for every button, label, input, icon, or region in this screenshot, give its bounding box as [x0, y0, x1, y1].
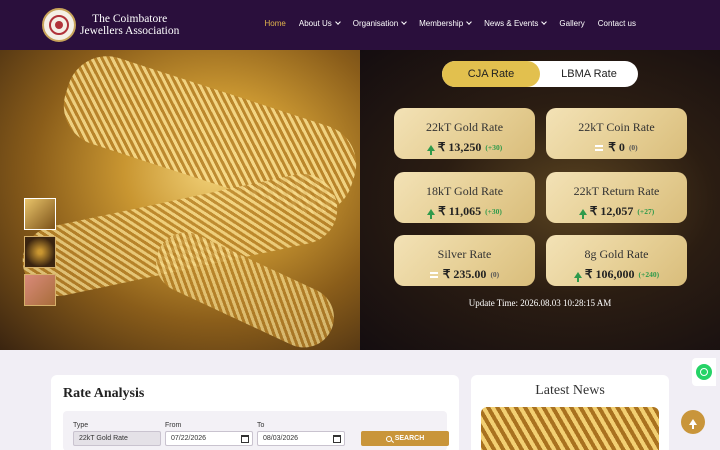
type-select-value: 22kT Gold Rate [79, 435, 128, 442]
rate-card-label: 22kT Coin Rate [578, 120, 655, 134]
brand-logo-link[interactable]: The Coimbatore Jewellers Association [42, 8, 179, 42]
rate-card-change: (+30) [485, 207, 502, 216]
site-header: The Coimbatore Jewellers Association Hom… [0, 0, 720, 50]
main-nav: Home About Us Organisation Membership Ne… [252, 19, 636, 28]
from-date-input[interactable]: 07/22/2026 [165, 431, 253, 446]
rate-card-value: ₹ 11,065 [438, 204, 482, 218]
rate-card-change: (+30) [485, 143, 503, 152]
rate-analysis-title: Rate Analysis [63, 386, 145, 401]
to-label: To [257, 422, 265, 429]
nav-organisation[interactable]: Organisation [352, 19, 407, 28]
carousel-thumbnail-3[interactable] [24, 274, 56, 306]
rate-card-change: (0) [490, 270, 500, 279]
nav-gallery[interactable]: Gallery [559, 19, 584, 28]
calendar-icon[interactable] [241, 435, 249, 443]
nav-home[interactable]: Home [265, 19, 286, 28]
nav-organisation-label: Organisation [352, 19, 399, 28]
equals-icon [429, 271, 438, 278]
whatsapp-icon [696, 364, 712, 380]
rates-panel: CJA Rate LBMA Rate 22kT Gold Rate ₹ 13,2… [360, 50, 720, 350]
to-date-input[interactable]: 08/03/2026 [257, 431, 345, 446]
carousel-thumbnails [24, 198, 56, 312]
nav-news-events[interactable]: News & Events [484, 19, 548, 28]
chevron-down-icon [334, 19, 341, 25]
lbma-rate-tab[interactable]: LBMA Rate [540, 61, 638, 87]
type-select[interactable]: 22kT Gold Rate [73, 431, 161, 446]
rate-card-silver: Silver Rate ₹ 235.00 (0) [394, 235, 535, 286]
rate-card-label: 18kT Gold Rate [425, 184, 504, 198]
nav-home-label: Home [264, 19, 286, 28]
rate-card-8g-gold: 8g Gold Rate ₹ 106,000 (+240) [546, 235, 687, 286]
chevron-down-icon [541, 19, 548, 25]
nav-membership-label: Membership [419, 19, 464, 28]
nav-membership[interactable]: Membership [419, 19, 472, 28]
latest-news-title: Latest News [535, 383, 605, 398]
rate-card-value: ₹ 235.00 [442, 267, 487, 281]
nav-about-us-label: About Us [298, 19, 332, 28]
rate-card-value: ₹ 106,000 [584, 267, 635, 281]
arrow-up-icon [573, 271, 582, 282]
news-image[interactable] [481, 407, 659, 450]
rate-card-change: (+27) [637, 207, 655, 216]
association-seal-logo [42, 8, 76, 42]
rate-analysis-form: Type 22kT Gold Rate From 07/22/2026 To 0… [63, 411, 449, 450]
carousel-thumbnail-1[interactable] [24, 198, 56, 230]
nav-about-us[interactable]: About Us [298, 19, 341, 28]
rate-card-label: Silver Rate [437, 247, 492, 261]
scroll-to-top-button[interactable] [681, 410, 705, 434]
whatsapp-button[interactable] [692, 358, 716, 386]
rate-source-toggle: CJA Rate LBMA Rate [442, 61, 638, 87]
search-button[interactable]: SEARCH [361, 431, 449, 446]
rate-card-change: (+240) [638, 270, 660, 279]
search-icon [385, 435, 392, 442]
rate-card-change: (0) [628, 143, 638, 152]
rate-card-label: 22kT Return Rate [573, 184, 660, 198]
rate-card-value: ₹ 0 [608, 140, 625, 154]
equals-icon [595, 144, 604, 151]
rate-card-value: ₹ 12,057 [589, 204, 634, 218]
arrow-up-icon [689, 419, 697, 429]
arrow-up-icon [578, 208, 587, 219]
nav-gallery-label: Gallery [559, 19, 585, 28]
from-label: From [165, 422, 182, 429]
hero-jewellery-image [0, 50, 360, 350]
rate-card-value: ₹ 13,250 [437, 140, 482, 154]
search-button-label: SEARCH [394, 435, 425, 442]
cja-rate-tab[interactable]: CJA Rate [442, 61, 540, 87]
chevron-down-icon [401, 19, 407, 25]
rate-card-22kt-gold: 22kT Gold Rate ₹ 13,250 (+30) [394, 108, 535, 159]
brand-name: The Coimbatore Jewellers Association [80, 13, 179, 37]
brand-line-2: Jewellers Association [80, 25, 180, 37]
carousel-thumbnail-2[interactable] [24, 236, 56, 268]
rate-card-label: 22kT Gold Rate [425, 120, 504, 134]
to-date-value: 08/03/2026 [263, 435, 299, 442]
rate-card-18kt-gold: 18kT Gold Rate ₹ 11,065 (+30) [394, 172, 535, 223]
nav-contact-us[interactable]: Contact us [598, 19, 636, 28]
arrow-up-icon [427, 208, 436, 219]
rate-card-label: 8g Gold Rate [584, 247, 649, 261]
type-label: Type [73, 422, 89, 429]
nav-news-events-label: News & Events [484, 19, 539, 28]
nav-contact-us-label: Contact us [597, 19, 636, 28]
from-date-value: 07/22/2026 [171, 435, 207, 442]
latest-news-panel: Latest News [471, 375, 669, 450]
brand-line-1: The Coimbatore [92, 13, 168, 25]
chevron-down-icon [466, 19, 472, 25]
update-time: Update Time: 2026.08.03 10:28:15 AM [468, 298, 612, 308]
rate-analysis-panel: Rate Analysis Type 22kT Gold Rate From 0… [51, 375, 459, 450]
rate-card-22kt-coin: 22kT Coin Rate ₹ 0 (0) [546, 108, 687, 159]
arrow-up-icon [426, 144, 435, 155]
rate-card-22kt-return: 22kT Return Rate ₹ 12,057 (+27) [546, 172, 687, 223]
calendar-icon[interactable] [333, 435, 341, 443]
